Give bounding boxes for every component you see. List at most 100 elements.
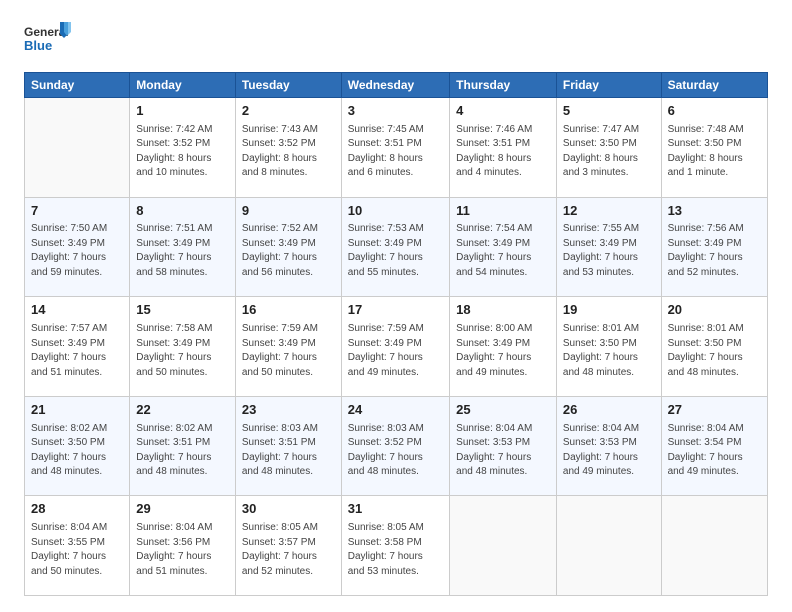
page: General Blue SundayMondayTuesdayWednesda…: [0, 0, 792, 612]
day-info: Sunrise: 7:57 AM Sunset: 3:49 PM Dayligh…: [31, 322, 123, 380]
day-cell: 3 Sunrise: 7:45 AM Sunset: 3:51 PM Daylig…: [341, 98, 449, 198]
day-number: 5: [563, 102, 655, 121]
day-number: 18: [456, 301, 550, 320]
day-cell: 6Sunrise: 7:48 AM Sunset: 3:50 PM Daylig…: [661, 98, 767, 198]
day-info: Sunrise: 8:04 AM Sunset: 3:53 PM Dayligh…: [456, 422, 550, 480]
col-header-monday: Monday: [130, 73, 236, 98]
day-number: 1: [136, 102, 229, 121]
day-number: 30: [242, 500, 335, 519]
header-row: SundayMondayTuesdayWednesdayThursdayFrid…: [25, 73, 768, 98]
day-cell: [450, 496, 557, 596]
day-cell: [661, 496, 767, 596]
week-row-1: 7Sunrise: 7:50 AM Sunset: 3:49 PM Daylig…: [25, 197, 768, 297]
day-info: Sunrise: 8:04 AM Sunset: 3:53 PM Dayligh…: [563, 422, 655, 480]
day-info: Sunrise: 7:54 AM Sunset: 3:49 PM Dayligh…: [456, 222, 550, 280]
day-info: Sunrise: 8:05 AM Sunset: 3:58 PM Dayligh…: [348, 521, 443, 579]
week-row-2: 14 Sunrise: 7:57 AM Sunset: 3:49 PM Dayli…: [25, 297, 768, 397]
day-cell: 1 Sunrise: 7:42 AM Sunset: 3:52 PM Daylig…: [130, 98, 236, 198]
day-number: 17: [348, 301, 443, 320]
day-cell: 21 Sunrise: 8:02 AM Sunset: 3:50 PM Dayli…: [25, 396, 130, 496]
day-number: 20: [668, 301, 761, 320]
col-header-sunday: Sunday: [25, 73, 130, 98]
day-number: 11: [456, 202, 550, 221]
day-info: Sunrise: 8:00 AM Sunset: 3:49 PM Dayligh…: [456, 322, 550, 380]
day-info: Sunrise: 7:45 AM Sunset: 3:51 PM Dayligh…: [348, 123, 443, 181]
day-cell: 26 Sunrise: 8:04 AM Sunset: 3:53 PM Dayli…: [556, 396, 661, 496]
week-row-4: 28Sunrise: 8:04 AM Sunset: 3:55 PM Dayli…: [25, 496, 768, 596]
day-cell: 23 Sunrise: 8:03 AM Sunset: 3:51 PM Dayli…: [235, 396, 341, 496]
day-number: 7: [31, 202, 123, 221]
day-cell: 31 Sunrise: 8:05 AM Sunset: 3:58 PM Dayli…: [341, 496, 449, 596]
day-info: Sunrise: 7:52 AM Sunset: 3:49 PM Dayligh…: [242, 222, 335, 280]
day-info: Sunrise: 8:02 AM Sunset: 3:51 PM Dayligh…: [136, 422, 229, 480]
day-cell: 20Sunrise: 8:01 AM Sunset: 3:50 PM Dayli…: [661, 297, 767, 397]
day-number: 2: [242, 102, 335, 121]
day-cell: [556, 496, 661, 596]
day-info: Sunrise: 7:43 AM Sunset: 3:52 PM Dayligh…: [242, 123, 335, 181]
day-cell: 24Sunrise: 8:03 AM Sunset: 3:52 PM Dayli…: [341, 396, 449, 496]
day-number: 23: [242, 401, 335, 420]
day-cell: 4 Sunrise: 7:46 AM Sunset: 3:51 PM Daylig…: [450, 98, 557, 198]
day-number: 25: [456, 401, 550, 420]
day-info: Sunrise: 8:04 AM Sunset: 3:56 PM Dayligh…: [136, 521, 229, 579]
day-cell: 18 Sunrise: 8:00 AM Sunset: 3:49 PM Dayli…: [450, 297, 557, 397]
day-number: 31: [348, 500, 443, 519]
svg-text:Blue: Blue: [24, 38, 52, 53]
col-header-wednesday: Wednesday: [341, 73, 449, 98]
day-info: Sunrise: 8:03 AM Sunset: 3:51 PM Dayligh…: [242, 422, 335, 480]
day-info: Sunrise: 7:46 AM Sunset: 3:51 PM Dayligh…: [456, 123, 550, 181]
day-cell: 25 Sunrise: 8:04 AM Sunset: 3:53 PM Dayli…: [450, 396, 557, 496]
day-number: 16: [242, 301, 335, 320]
day-number: 13: [668, 202, 761, 221]
day-cell: 2 Sunrise: 7:43 AM Sunset: 3:52 PM Daylig…: [235, 98, 341, 198]
day-cell: 22 Sunrise: 8:02 AM Sunset: 3:51 PM Dayli…: [130, 396, 236, 496]
day-number: 12: [563, 202, 655, 221]
day-info: Sunrise: 8:02 AM Sunset: 3:50 PM Dayligh…: [31, 422, 123, 480]
day-info: Sunrise: 7:42 AM Sunset: 3:52 PM Dayligh…: [136, 123, 229, 181]
day-info: Sunrise: 7:53 AM Sunset: 3:49 PM Dayligh…: [348, 222, 443, 280]
calendar-table: SundayMondayTuesdayWednesdayThursdayFrid…: [24, 72, 768, 596]
day-cell: 29Sunrise: 8:04 AM Sunset: 3:56 PM Dayli…: [130, 496, 236, 596]
day-cell: [25, 98, 130, 198]
day-cell: 14 Sunrise: 7:57 AM Sunset: 3:49 PM Dayli…: [25, 297, 130, 397]
day-info: Sunrise: 8:05 AM Sunset: 3:57 PM Dayligh…: [242, 521, 335, 579]
logo-svg: General Blue: [24, 20, 74, 62]
day-number: 9: [242, 202, 335, 221]
day-number: 22: [136, 401, 229, 420]
day-info: Sunrise: 7:51 AM Sunset: 3:49 PM Dayligh…: [136, 222, 229, 280]
day-cell: 13Sunrise: 7:56 AM Sunset: 3:49 PM Dayli…: [661, 197, 767, 297]
day-info: Sunrise: 7:59 AM Sunset: 3:49 PM Dayligh…: [242, 322, 335, 380]
day-cell: 5 Sunrise: 7:47 AM Sunset: 3:50 PM Daylig…: [556, 98, 661, 198]
day-cell: 11Sunrise: 7:54 AM Sunset: 3:49 PM Dayli…: [450, 197, 557, 297]
day-number: 26: [563, 401, 655, 420]
day-number: 3: [348, 102, 443, 121]
day-cell: 27Sunrise: 8:04 AM Sunset: 3:54 PM Dayli…: [661, 396, 767, 496]
day-number: 21: [31, 401, 123, 420]
day-cell: 16 Sunrise: 7:59 AM Sunset: 3:49 PM Dayli…: [235, 297, 341, 397]
day-info: Sunrise: 7:47 AM Sunset: 3:50 PM Dayligh…: [563, 123, 655, 181]
day-info: Sunrise: 8:01 AM Sunset: 3:50 PM Dayligh…: [563, 322, 655, 380]
col-header-friday: Friday: [556, 73, 661, 98]
day-info: Sunrise: 7:59 AM Sunset: 3:49 PM Dayligh…: [348, 322, 443, 380]
col-header-tuesday: Tuesday: [235, 73, 341, 98]
day-info: Sunrise: 7:56 AM Sunset: 3:49 PM Dayligh…: [668, 222, 761, 280]
day-info: Sunrise: 7:50 AM Sunset: 3:49 PM Dayligh…: [31, 222, 123, 280]
day-cell: 28Sunrise: 8:04 AM Sunset: 3:55 PM Dayli…: [25, 496, 130, 596]
day-info: Sunrise: 7:55 AM Sunset: 3:49 PM Dayligh…: [563, 222, 655, 280]
day-cell: 7Sunrise: 7:50 AM Sunset: 3:49 PM Daylig…: [25, 197, 130, 297]
day-number: 28: [31, 500, 123, 519]
day-info: Sunrise: 8:03 AM Sunset: 3:52 PM Dayligh…: [348, 422, 443, 480]
day-number: 19: [563, 301, 655, 320]
day-number: 15: [136, 301, 229, 320]
day-number: 10: [348, 202, 443, 221]
day-number: 14: [31, 301, 123, 320]
calendar: SundayMondayTuesdayWednesdayThursdayFrid…: [24, 72, 768, 596]
day-number: 4: [456, 102, 550, 121]
week-row-3: 21 Sunrise: 8:02 AM Sunset: 3:50 PM Dayli…: [25, 396, 768, 496]
header: General Blue: [24, 20, 768, 62]
day-cell: 30 Sunrise: 8:05 AM Sunset: 3:57 PM Dayli…: [235, 496, 341, 596]
day-cell: 8Sunrise: 7:51 AM Sunset: 3:49 PM Daylig…: [130, 197, 236, 297]
week-row-0: 1 Sunrise: 7:42 AM Sunset: 3:52 PM Daylig…: [25, 98, 768, 198]
day-cell: 17 Sunrise: 7:59 AM Sunset: 3:49 PM Dayli…: [341, 297, 449, 397]
day-cell: 12Sunrise: 7:55 AM Sunset: 3:49 PM Dayli…: [556, 197, 661, 297]
